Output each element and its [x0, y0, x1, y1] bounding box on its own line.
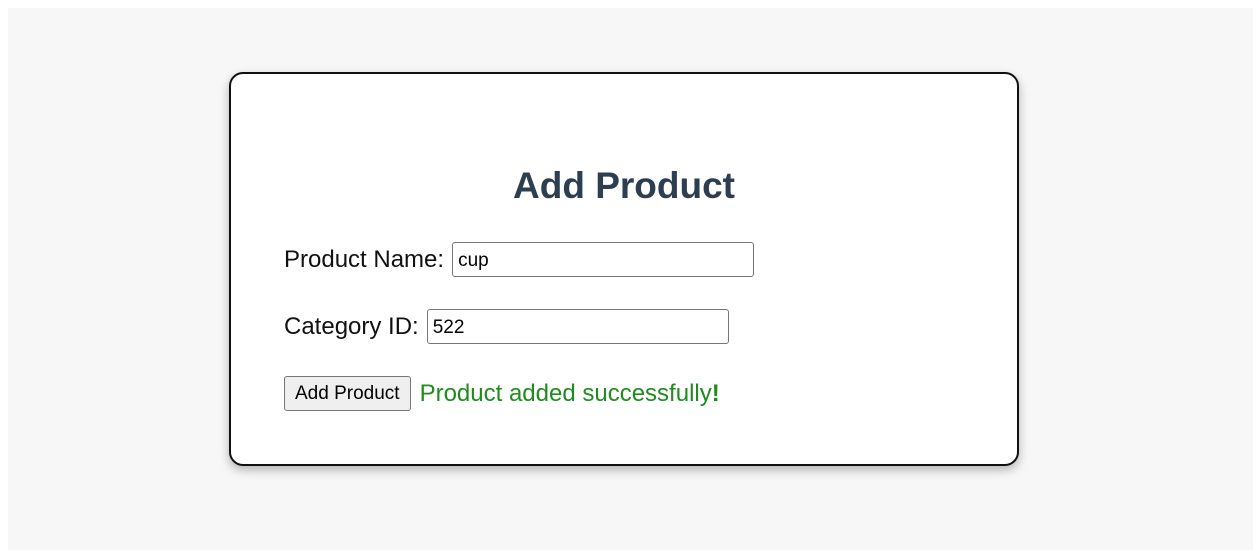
status-message-suffix: ! [711, 379, 720, 407]
product-name-input[interactable] [452, 242, 755, 277]
product-name-label: Product Name: [284, 245, 445, 273]
page-title: Add Product [513, 165, 735, 206]
actions-row: Add Product Product added successfully! [284, 376, 720, 411]
product-name-row: Product Name: [284, 242, 755, 277]
add-product-button[interactable]: Add Product [284, 376, 411, 411]
category-id-row: Category ID: [284, 309, 729, 344]
status-message: Product added successfully! [420, 380, 720, 408]
page-background: Add Product Product Name: Category ID: A… [8, 8, 1253, 550]
add-product-card: Add Product Product Name: Category ID: A… [229, 72, 1019, 466]
category-id-input[interactable] [426, 309, 729, 344]
category-id-label: Category ID: [284, 312, 419, 340]
status-message-text: Product added successfully [419, 379, 712, 407]
